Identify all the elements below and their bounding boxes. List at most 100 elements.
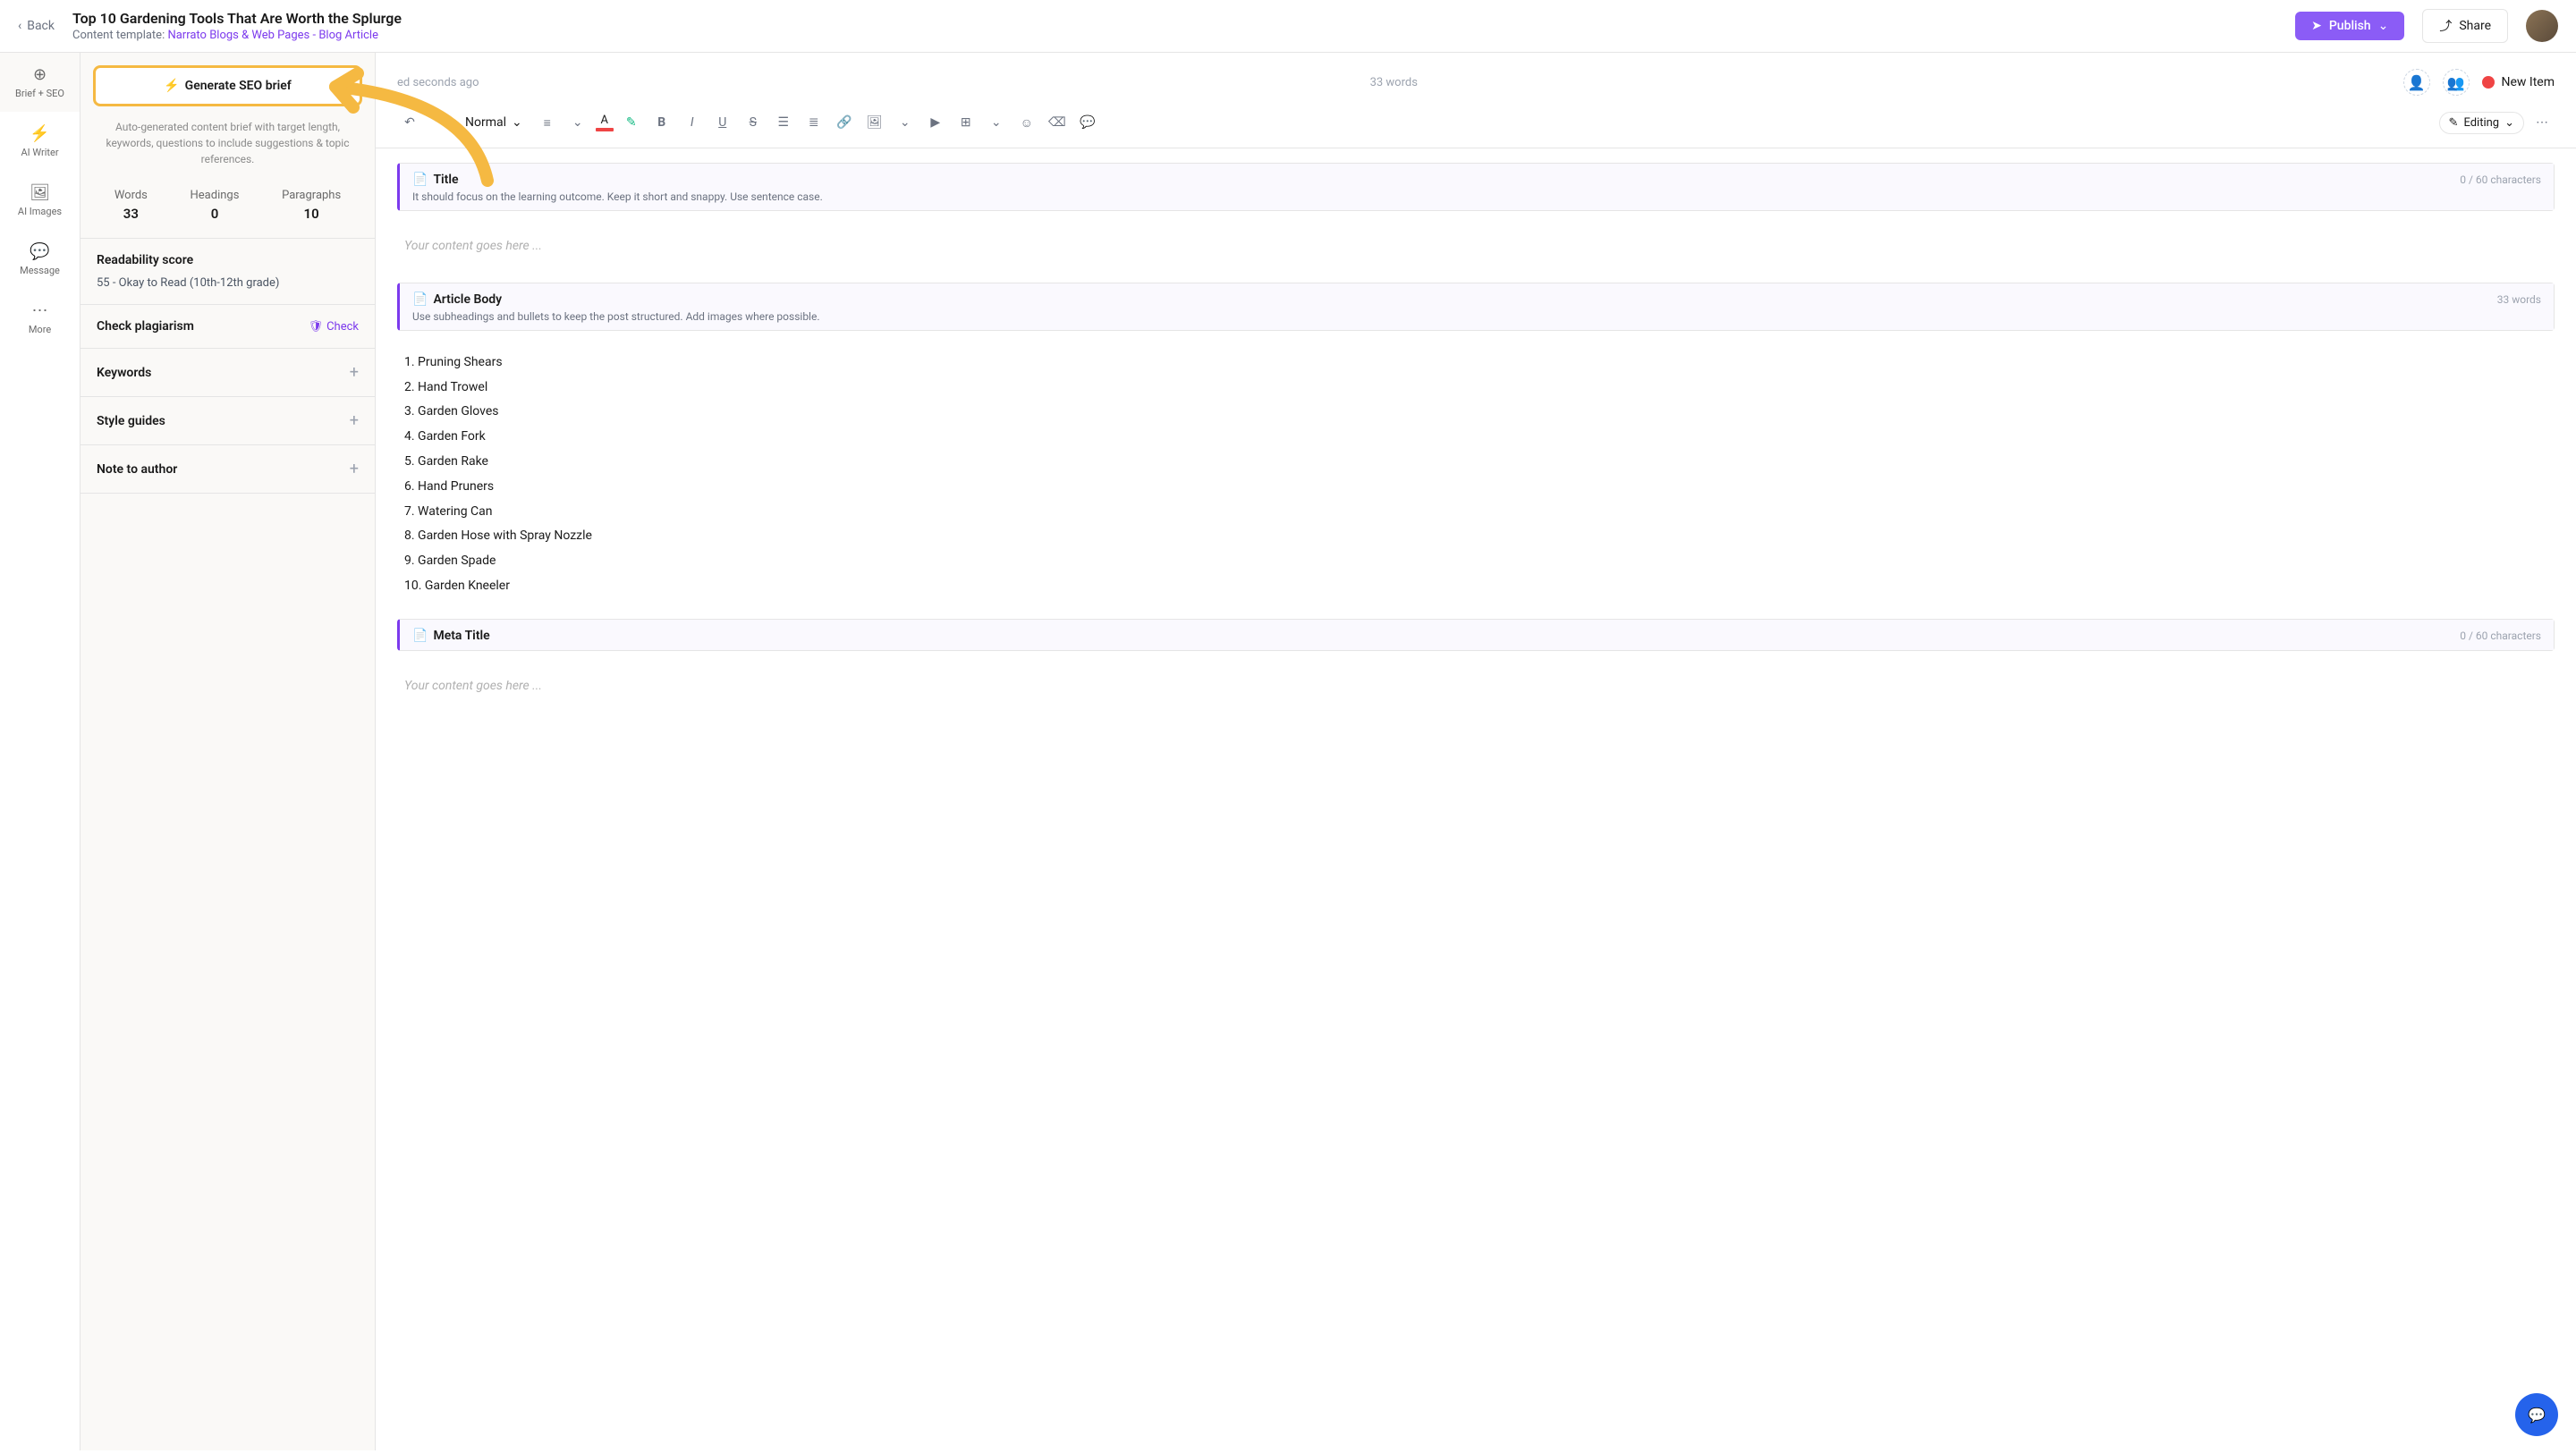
pencil-icon: ✎	[2449, 116, 2459, 130]
keywords-section[interactable]: Keywords +	[80, 349, 375, 397]
list-item[interactable]: 3. Garden Gloves	[404, 402, 2547, 423]
list-item[interactable]: 6. Hand Pruners	[404, 477, 2547, 498]
rail-label: Brief + SEO	[15, 88, 64, 99]
stat-paragraphs: Paragraphs 10	[282, 189, 341, 222]
rail-message[interactable]: 💬 Message	[0, 230, 80, 289]
generate-seo-brief-button[interactable]: ⚡ Generate SEO brief	[93, 65, 362, 106]
status-label: New Item	[2502, 75, 2555, 89]
rail-ai-images[interactable]: 🖼 AI Images	[0, 171, 80, 230]
align-button[interactable]: ≡	[535, 110, 560, 135]
undo-button[interactable]: ↶	[397, 110, 422, 135]
rail-ai-writer[interactable]: ⚡ AI Writer	[0, 112, 80, 171]
list-item[interactable]: 2. Hand Trowel	[404, 377, 2547, 399]
readability-title: Readability score	[97, 253, 359, 267]
meta-char-count: 0 / 60 characters	[2460, 630, 2541, 642]
document-title: Top 10 Gardening Tools That Are Worth th…	[72, 10, 2277, 27]
list-item[interactable]: 1. Pruning Shears	[404, 352, 2547, 374]
comment-button[interactable]: 💬	[1075, 110, 1100, 135]
image-dropdown[interactable]: ⌄	[893, 110, 918, 135]
italic-button[interactable]: I	[680, 110, 705, 135]
back-button[interactable]: ‹ Back	[18, 19, 55, 33]
plus-icon[interactable]: +	[350, 460, 359, 478]
stat-label: Words	[114, 189, 148, 202]
doc-icon: 📄	[412, 629, 428, 643]
template-label: Content template:	[72, 29, 165, 42]
editor-status-row: ed seconds ago 33 words 👤 👥 New Item	[376, 53, 2576, 101]
plus-icon[interactable]: +	[350, 363, 359, 382]
save-status: ed seconds ago	[397, 76, 1358, 89]
rail-brief-seo[interactable]: ⊕ Brief + SEO	[0, 53, 80, 112]
chevron-down-icon: ⌄	[2378, 19, 2389, 33]
bolt-icon: ⚡	[164, 79, 179, 93]
meta-title-input[interactable]: Your content goes here ...	[397, 664, 2555, 710]
title-hint: It should focus on the learning outcome.…	[412, 190, 2541, 203]
strike-button[interactable]: S	[741, 110, 766, 135]
status-dot-icon	[2482, 76, 2495, 89]
video-button[interactable]: ▶	[923, 110, 948, 135]
highlight-button[interactable]: ✎	[619, 110, 644, 135]
check-plagiarism-button[interactable]: 🛡 Check	[309, 320, 359, 334]
format-select[interactable]: Normal ⌄	[458, 112, 530, 133]
stat-headings: Headings 0	[191, 189, 240, 222]
emoji-button[interactable]: ☺	[1014, 110, 1039, 135]
title-input[interactable]: Your content goes here ...	[397, 224, 2555, 283]
rail-more[interactable]: ⋯ More	[0, 289, 80, 348]
clear-format-button[interactable]: ⌫	[1045, 110, 1070, 135]
stats-row: Words 33 Headings 0 Paragraphs 10	[80, 180, 375, 239]
stat-words: Words 33	[114, 189, 148, 222]
rail-label: AI Images	[18, 206, 62, 217]
body-hint: Use subheadings and bullets to keep the …	[412, 310, 2541, 323]
bold-button[interactable]: B	[649, 110, 674, 135]
list-item[interactable]: 5. Garden Rake	[404, 452, 2547, 473]
list-item[interactable]: 10. Garden Kneeler	[404, 576, 2547, 597]
image-button[interactable]: 🖼	[862, 110, 887, 135]
title-block: 📄 Title 0 / 60 characters It should focu…	[397, 163, 2555, 211]
stat-value: 0	[191, 206, 240, 222]
word-count: 33 words	[1370, 76, 1418, 89]
share-button[interactable]: ⤴ Share	[2422, 9, 2508, 43]
mode-dropdown[interactable]: ✎ Editing ⌄	[2439, 112, 2524, 134]
style-guides-section[interactable]: Style guides +	[80, 397, 375, 445]
note-section[interactable]: Note to author +	[80, 445, 375, 494]
link-button[interactable]: 🔗	[832, 110, 857, 135]
editor-toolbar: ↶ ↷ Normal ⌄ ≡ ⌄ A ✎ B I U S ☰ ≣ 🔗 🖼 ⌄ ▶…	[376, 101, 2576, 148]
table-dropdown[interactable]: ⌄	[984, 110, 1009, 135]
overflow-menu[interactable]: ⋯	[2529, 110, 2555, 135]
list-item[interactable]: 8. Garden Hose with Spray Nozzle	[404, 526, 2547, 547]
style-title: Style guides	[97, 414, 165, 428]
add-watcher-button[interactable]: 👥	[2443, 69, 2470, 96]
status-dropdown[interactable]: New Item	[2482, 75, 2555, 89]
note-title: Note to author	[97, 462, 177, 477]
back-label: Back	[27, 19, 55, 33]
plagiarism-section: Check plagiarism 🛡 Check	[80, 305, 375, 349]
shield-icon: 🛡	[309, 320, 324, 334]
list-item[interactable]: 4. Garden Fork	[404, 427, 2547, 448]
numbered-list-button[interactable]: ≣	[801, 110, 826, 135]
redo-button[interactable]: ↷	[428, 110, 453, 135]
left-rail: ⊕ Brief + SEO ⚡ AI Writer 🖼 AI Images 💬 …	[0, 53, 80, 1450]
user-avatar[interactable]	[2526, 10, 2558, 42]
text-color-button[interactable]: A	[596, 114, 614, 131]
body-block: 📄 Article Body 33 words Use subheadings …	[397, 283, 2555, 331]
underline-button[interactable]: U	[710, 110, 735, 135]
stat-label: Headings	[191, 189, 240, 202]
rail-label: AI Writer	[21, 147, 58, 158]
intercom-launcher[interactable]: 💬	[2515, 1393, 2558, 1436]
align-dropdown[interactable]: ⌄	[565, 110, 590, 135]
readability-value: 55 - Okay to Read (10th-12th grade)	[97, 276, 359, 290]
template-link[interactable]: Narrato Blogs & Web Pages - Blog Article	[167, 29, 378, 42]
body-editor[interactable]: 1. Pruning Shears 2. Hand Trowel 3. Garden…	[397, 343, 2555, 619]
add-assignee-button[interactable]: 👤	[2403, 69, 2430, 96]
chat-icon: 💬	[2528, 1407, 2546, 1424]
side-panel: ⚡ Generate SEO brief Auto-generated cont…	[80, 53, 376, 1450]
plus-icon[interactable]: +	[350, 411, 359, 430]
title-area: Top 10 Gardening Tools That Are Worth th…	[72, 10, 2277, 42]
publish-button[interactable]: ➤ Publish ⌄	[2295, 12, 2404, 40]
list-item[interactable]: 9. Garden Spade	[404, 551, 2547, 572]
table-button[interactable]: ⊞	[953, 110, 979, 135]
check-label: Check	[326, 320, 359, 334]
user-plus-icon: 👤	[2408, 74, 2426, 91]
bullet-list-button[interactable]: ☰	[771, 110, 796, 135]
list-item[interactable]: 7. Watering Can	[404, 502, 2547, 523]
editor-body: 📄 Title 0 / 60 characters It should focu…	[376, 148, 2576, 1450]
